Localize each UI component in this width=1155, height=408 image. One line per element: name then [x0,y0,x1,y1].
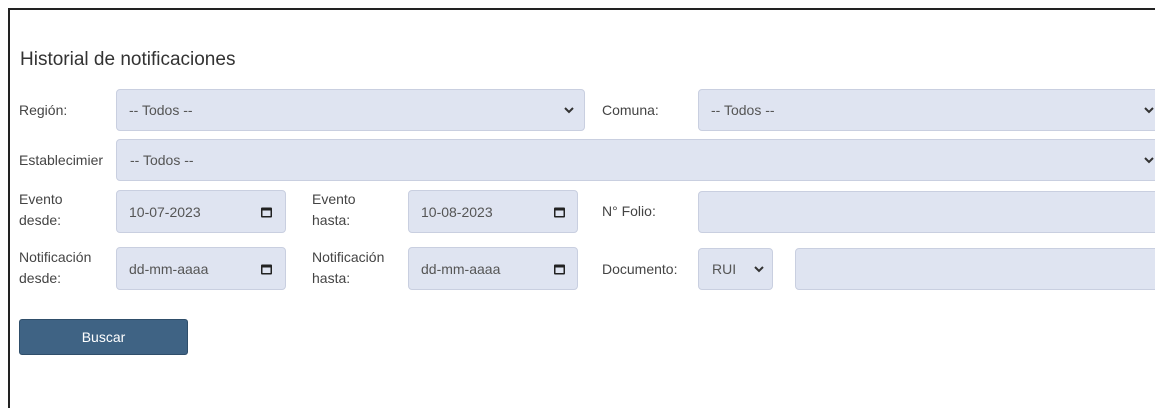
chevron-down-icon [1144,107,1154,114]
evento-hasta-label-line1: Evento [312,191,356,207]
notificacion-hasta-label-line2: hasta: [312,270,351,286]
establecimiento-select[interactable]: -- Todos -- [116,139,1155,181]
region-select[interactable]: -- Todos -- [116,89,585,131]
comuna-select-value: -- Todos -- [711,102,775,118]
evento-desde-date-input[interactable]: 10-07-2023 [116,190,286,233]
notificacion-desde-label-line1: Notificación [19,249,92,265]
notificacion-desde-label-line2: desde: [19,270,62,286]
evento-hasta-label: Evento hasta: [312,189,356,231]
calendar-icon[interactable] [260,262,273,275]
notificacion-desde-value: dd-mm-aaaa [129,260,209,277]
comuna-label: Comuna: [602,102,659,118]
notificacion-desde-label: Notificación desde: [19,247,91,289]
notificacion-desde-date-input[interactable]: dd-mm-aaaa [116,247,286,290]
chevron-down-icon [564,107,574,114]
evento-desde-label: Evento desde: [19,189,63,231]
establecimiento-label: Establecimier [19,152,104,168]
evento-hasta-date-input[interactable]: 10-08-2023 [408,190,578,233]
calendar-icon[interactable] [553,262,566,275]
notificacion-hasta-label: Notificación hasta: [312,247,384,289]
documento-label: Documento: [602,261,678,277]
folio-input[interactable] [698,191,1155,233]
calendar-icon[interactable] [553,205,566,218]
comuna-select[interactable]: -- Todos -- [698,89,1155,131]
notificacion-hasta-label-line1: Notificación [312,249,385,265]
evento-desde-label-line2: desde: [19,212,62,228]
evento-desde-label-line1: Evento [19,191,63,207]
notificacion-hasta-value: dd-mm-aaaa [421,260,501,277]
evento-hasta-value: 10-08-2023 [421,203,493,220]
region-select-value: -- Todos -- [129,102,193,118]
chevron-down-icon [754,266,764,273]
documento-number-input[interactable] [795,248,1155,290]
page-title: Historial de notificaciones [20,49,236,70]
notificacion-hasta-date-input[interactable]: dd-mm-aaaa [408,247,578,290]
calendar-icon[interactable] [260,205,273,218]
search-button[interactable]: Buscar [19,319,188,355]
folio-label: N° Folio: [602,203,656,219]
establecimiento-select-value: -- Todos -- [130,152,194,168]
documento-type-value: RUI [712,261,737,277]
documento-type-select[interactable]: RUI [698,248,773,290]
evento-hasta-label-line2: hasta: [312,212,351,228]
evento-desde-value: 10-07-2023 [129,203,201,220]
chevron-down-icon [1144,157,1154,164]
region-label: Región: [19,102,68,118]
